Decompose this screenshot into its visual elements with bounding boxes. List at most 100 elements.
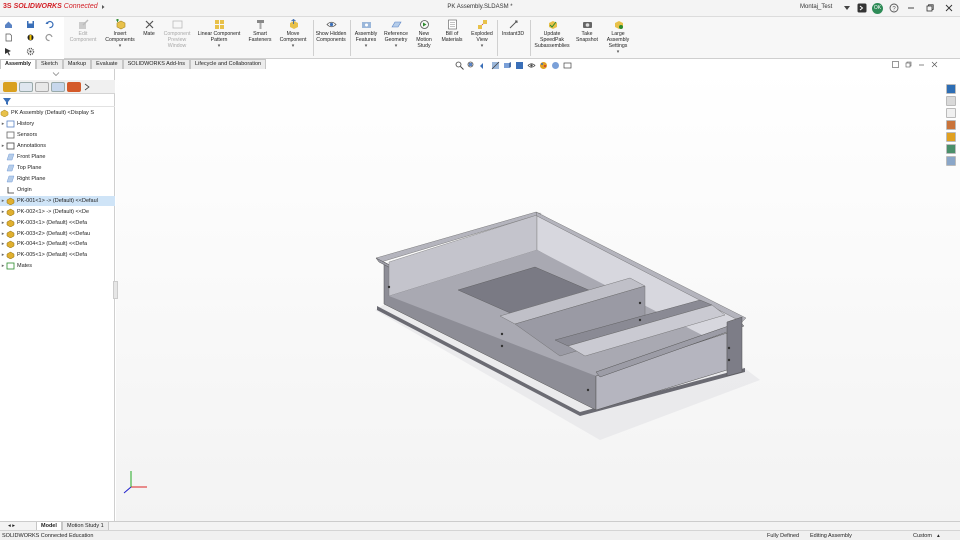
units-dropdown-icon[interactable]: ▴ [937,533,940,539]
avatar[interactable]: OK [872,3,883,14]
command-prompt-icon[interactable] [857,3,867,13]
design-library-icon[interactable] [946,96,956,106]
tab-lifecycle[interactable]: Lifecycle and Collaboration [190,59,267,69]
filter-icon[interactable] [2,97,12,106]
tile-icon[interactable] [892,61,899,68]
appearances-icon[interactable] [946,132,956,142]
tab-addins[interactable]: SOLIDWORKS Add-Ins [122,59,191,69]
tree-item[interactable]: ▸ Annotations [0,141,115,151]
tree-item[interactable]: Origin [0,185,115,195]
tab-evaluate[interactable]: Evaluate [91,59,123,69]
display-manager-tab-icon[interactable] [67,82,81,92]
help-icon[interactable]: ? [889,3,899,13]
plane-icon [6,164,15,172]
restore-icon[interactable] [905,61,912,68]
file-explorer-icon[interactable] [946,108,956,118]
chevron-down-icon[interactable]: ▾ [382,43,410,49]
status-units[interactable]: Custom [913,533,932,539]
minimize-icon[interactable] [918,61,925,68]
rebuild-icon[interactable] [26,33,35,42]
chevron-down-icon[interactable]: ▾ [276,43,310,49]
tree-item[interactable]: ▸ PK-003<2> (Default) <<Defau [0,229,115,239]
zoom-to-area-icon[interactable] [467,61,476,70]
hide-show-items-icon[interactable] [527,61,536,70]
redo-icon[interactable] [45,33,54,42]
options-gear-icon[interactable] [26,47,35,56]
smart-fasteners-button[interactable]: Smart Fasteners [244,19,276,43]
instant3d-button[interactable]: Instant3D [499,19,527,37]
edit-component-button[interactable]: Edit Component [66,19,100,43]
solidworks-resources-icon[interactable] [946,84,956,94]
chevron-down-icon[interactable]: ▾ [352,43,380,49]
mate-button[interactable]: Mate [140,19,158,37]
apply-scene-icon[interactable] [551,61,560,70]
exploded-view-button[interactable]: Exploded View ▾ [468,19,496,49]
model-view[interactable] [116,69,960,522]
chevron-down-icon[interactable]: ▾ [196,43,242,49]
tree-item-label: PK-003<2> (Default) <<Defau [17,230,91,237]
tab-markup[interactable]: Markup [62,59,92,69]
property-manager-tab-icon[interactable] [19,82,33,92]
view-orientation-icon[interactable] [503,61,512,70]
minimize-icon[interactable] [906,3,916,13]
panel-collapse-arrow-icon[interactable] [52,72,60,76]
tree-item[interactable]: ▸ PK-003<1> (Default) <<Defa [0,218,115,228]
component-preview-window-button[interactable]: Component Preview Window [160,19,194,49]
tree-item[interactable]: Sensors [0,130,115,140]
previous-view-icon[interactable] [479,61,488,70]
move-component-button[interactable]: Move Component ▾ [276,19,310,49]
chevron-down-icon[interactable]: ▾ [102,43,138,49]
large-assembly-settings-button[interactable]: Large Assembly Settings ▾ [602,19,634,55]
section-view-icon[interactable] [491,61,500,70]
linear-component-pattern-button[interactable]: Linear Component Pattern ▾ [196,19,242,49]
close-icon[interactable] [931,61,938,68]
tree-root[interactable]: PK Assembly (Default) <Display S [0,108,115,118]
custom-properties-icon[interactable] [946,144,956,154]
tree-item[interactable]: Right Plane [0,174,115,184]
save-icon[interactable] [26,20,35,29]
chevron-down-icon[interactable]: ▾ [602,49,634,55]
edit-appearance-icon[interactable] [539,61,548,70]
user-dropdown-icon[interactable] [842,3,852,13]
new-motion-study-button[interactable]: New Motion Study [412,19,436,49]
feature-manager-tab-icon[interactable] [3,82,17,92]
graphics-area[interactable] [116,69,960,522]
reference-geometry-button[interactable]: Reference Geometry ▾ [382,19,410,49]
app-logo[interactable]: 3S SOLIDWORKS Connected [3,3,106,10]
tab-assembly[interactable]: Assembly [0,59,36,69]
tree-item[interactable]: ▸ PK-005<1> (Default) <<Defa [0,250,115,260]
home-icon[interactable] [4,20,13,29]
forum-icon[interactable] [946,156,956,166]
tree-filter[interactable] [0,96,115,107]
chevron-down-icon[interactable]: ▾ [468,43,496,49]
undo-icon[interactable] [45,20,54,29]
tree-item[interactable]: ▸ History [0,119,115,129]
view-settings-icon[interactable] [563,61,572,70]
show-hidden-components-button[interactable]: Show Hidden Components [314,19,348,43]
bill-of-materials-button[interactable]: Bill of Materials [438,19,466,43]
tree-item[interactable]: ▸ PK-002<1> -> (Default) <<De [0,207,115,217]
assembly-features-button[interactable]: Assembly Features ▾ [352,19,380,49]
take-snapshot-button[interactable]: Take Snapshot [574,19,600,43]
username[interactable]: Montaj_Test [800,4,832,10]
menu-arrow-icon[interactable] [100,4,106,10]
zoom-to-fit-icon[interactable] [455,61,464,70]
tree-item[interactable]: Top Plane [0,163,115,173]
tree-item[interactable]: Front Plane [0,152,115,162]
close-icon[interactable] [944,3,954,13]
insert-components-button[interactable]: Insert Components ▾ [102,19,138,49]
display-style-icon[interactable] [515,61,524,70]
restore-icon[interactable] [925,3,935,13]
tree-item[interactable]: ▸ PK-004<1> (Default) <<Defa [0,239,115,249]
view-palette-icon[interactable] [946,120,956,130]
update-speedpak-button[interactable]: Update SpeedPak Subassemblies [531,19,573,49]
chevron-right-icon[interactable] [83,82,91,92]
dimxpert-tab-icon[interactable] [51,82,65,92]
select-icon[interactable] [4,47,13,56]
tree-item[interactable]: ▸ PK-001<1> -> (Default) <<Defaul [0,195,115,206]
tree-item[interactable]: ▸ Mates [0,261,115,271]
configuration-manager-tab-icon[interactable] [35,82,49,92]
panel-splitter[interactable] [113,281,118,299]
new-document-icon[interactable] [4,33,13,42]
tab-sketch[interactable]: Sketch [36,59,63,69]
